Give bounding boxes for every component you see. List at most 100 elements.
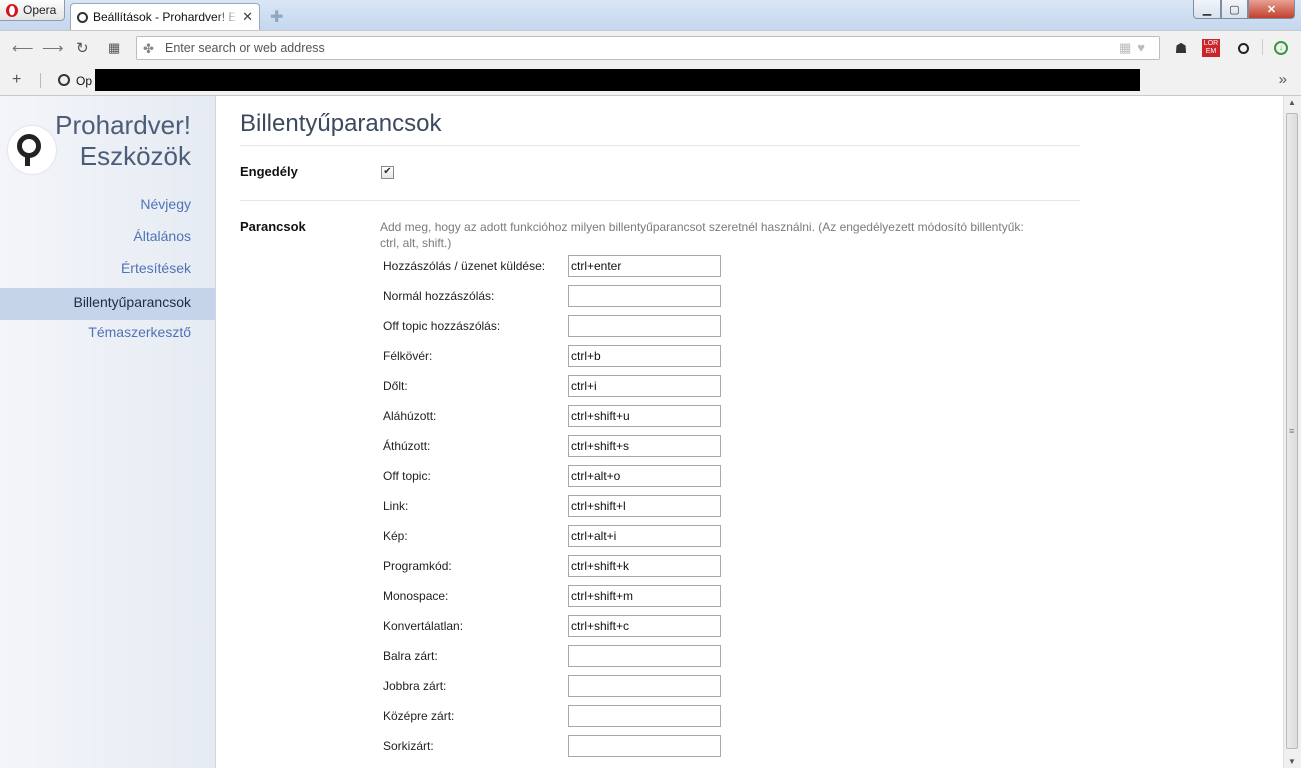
more-bookmarks-chevron-icon[interactable]: » <box>1279 71 1287 88</box>
shortcut-label: Hozzászólás / üzenet küldése: <box>383 259 546 273</box>
shortcut-row: Félkövér: <box>383 345 723 367</box>
shortcut-input[interactable] <box>568 615 721 637</box>
shortcut-row: Konvertálatlan: <box>383 615 723 637</box>
sidebar-item-altalanos[interactable]: Általános <box>0 224 215 256</box>
shortcut-input[interactable] <box>568 285 721 307</box>
close-window-button[interactable]: ✕ <box>1248 0 1295 19</box>
bookmarks-separator <box>40 73 41 88</box>
prohardver-favicon-icon <box>77 11 88 23</box>
bookmark-heart-icon[interactable]: ♥ <box>1137 40 1151 55</box>
shortcut-row: Aláhúzott: <box>383 405 723 427</box>
prohardver-extension-icon[interactable] <box>1234 39 1252 57</box>
scrollbar-thumb[interactable]: ≡ <box>1286 113 1298 749</box>
shortcut-row: Középre zárt: <box>383 705 723 727</box>
speed-dial-grid-icon[interactable]: ▦ <box>108 40 120 56</box>
enable-label: Engedély <box>240 164 298 179</box>
opera-menu-button[interactable]: Opera <box>0 0 65 21</box>
sidebar-item-temaszerkeszto[interactable]: Témaszerkesztő <box>0 320 215 352</box>
reload-icon[interactable]: ↻ <box>76 39 89 57</box>
bookmarks-bar: + Op » <box>0 66 1301 96</box>
shortcut-label: Off topic: <box>383 469 431 483</box>
vertical-scrollbar[interactable]: ▲ ≡ ▼ <box>1283 96 1301 768</box>
close-tab-icon[interactable]: ✕ <box>242 9 253 25</box>
shortcut-row: Balra zárt: <box>383 645 723 667</box>
shortcut-label: Áthúzott: <box>383 439 431 453</box>
shortcut-input[interactable] <box>568 255 721 277</box>
add-bookmark-icon[interactable]: + <box>12 71 21 89</box>
window-controls: ▁ ▢ ✕ <box>1193 0 1295 19</box>
opera-menu-label: Opera <box>23 3 57 17</box>
shortcut-row: Hozzászólás / üzenet küldése: <box>383 255 723 277</box>
back-arrow-icon[interactable]: ⟵ <box>12 39 34 57</box>
sidebar-item-nevjegy[interactable]: Névjegy <box>0 192 215 224</box>
scroll-grip-icon: ≡ <box>1289 426 1295 436</box>
extension-puzzle-icon: ✤ <box>143 41 154 56</box>
shortcut-input[interactable] <box>568 345 721 367</box>
shortcut-row: Kép: <box>383 525 723 547</box>
settings-sidebar: Prohardver! Eszközök Névjegy Általános É… <box>0 96 216 768</box>
brand-line-1: Prohardver! <box>55 110 191 140</box>
download-icon[interactable]: ↓ <box>1272 39 1290 57</box>
new-tab-icon[interactable]: ✚ <box>270 7 283 27</box>
prohardver-logo-icon <box>8 126 56 174</box>
shortcut-label: Középre zárt: <box>383 709 455 723</box>
ghost-extension-icon[interactable]: ☗ <box>1172 39 1190 57</box>
bookmark-favicon-icon <box>58 74 70 86</box>
speed-dial-icon[interactable]: ▦ <box>1119 40 1137 55</box>
lor-em-extension-icon[interactable]: LOR EM <box>1202 39 1220 57</box>
shortcut-label: Normál hozzászólás: <box>383 289 495 303</box>
shortcut-input[interactable] <box>568 465 721 487</box>
shortcut-input[interactable] <box>568 375 721 397</box>
shortcut-input[interactable] <box>568 525 721 547</box>
shortcut-input[interactable] <box>568 315 721 337</box>
shortcut-row: Dőlt: <box>383 375 723 397</box>
tab-title: Beállítások - Prohardver! Eszközök <box>93 10 238 24</box>
shortcut-input[interactable] <box>568 555 721 577</box>
bookmark-item[interactable]: Op <box>76 74 92 88</box>
shortcut-label: Dőlt: <box>383 379 408 393</box>
minimize-button[interactable]: ▁ <box>1193 0 1221 19</box>
brand-line-2: Eszközök <box>79 141 191 171</box>
shortcut-input[interactable] <box>568 705 721 727</box>
sidebar-item-billentyuparancsok[interactable]: Billentyűparancsok <box>0 288 215 320</box>
shortcut-label: Aláhúzott: <box>383 409 437 423</box>
title-bar: Opera Beállítások - Prohardver! Eszközök… <box>0 0 1301 30</box>
redacted-bookmarks <box>95 69 1140 91</box>
forward-arrow-icon[interactable]: ⟶ <box>42 39 64 57</box>
shortcut-input[interactable] <box>568 675 721 697</box>
shortcut-label: Programkód: <box>383 559 452 573</box>
shortcut-row: Jobbra zárt: <box>383 675 723 697</box>
maximize-button[interactable]: ▢ <box>1221 0 1248 19</box>
sidebar-item-ertesitesek[interactable]: Értesítések <box>0 256 215 288</box>
shortcut-row: Off topic hozzászólás: <box>383 315 723 337</box>
tab-settings[interactable]: Beállítások - Prohardver! Eszközök ✕ <box>70 3 260 30</box>
shortcut-row: Áthúzott: <box>383 435 723 457</box>
divider <box>240 200 1080 201</box>
opera-logo-icon <box>6 3 18 17</box>
commands-label: Parancsok <box>240 219 306 234</box>
divider <box>240 145 1080 146</box>
shortcut-input[interactable] <box>568 495 721 517</box>
commands-description: Add meg, hogy az adott funkcióhoz milyen… <box>380 220 1024 250</box>
scroll-down-arrow-icon[interactable]: ▼ <box>1288 757 1296 766</box>
shortcut-input[interactable] <box>568 435 721 457</box>
address-bar: ✤ ▦♥ <box>136 36 1160 60</box>
enable-checkbox[interactable]: ✔ <box>381 166 394 179</box>
shortcut-input[interactable] <box>568 645 721 667</box>
shortcut-row: Normál hozzászólás: <box>383 285 723 307</box>
shortcut-label: Jobbra zárt: <box>383 679 447 693</box>
shortcut-input[interactable] <box>568 405 721 427</box>
shortcut-row: Programkód: <box>383 555 723 577</box>
navigation-toolbar: ⟵ ⟶ ↻ ▦ ✤ ▦♥ ☗ LOR EM ↓ <box>0 30 1301 67</box>
address-bar-actions: ▦♥ <box>1119 40 1151 56</box>
shortcut-input[interactable] <box>568 735 721 757</box>
shortcut-label: Félkövér: <box>383 349 433 363</box>
page-title: Billentyűparancsok <box>240 110 442 137</box>
shortcut-label: Sorkizárt: <box>383 739 434 753</box>
shortcut-label: Off topic hozzászólás: <box>383 319 501 333</box>
shortcut-input[interactable] <box>568 585 721 607</box>
sidebar-nav: Névjegy Általános Értesítések Billentyűp… <box>0 192 215 352</box>
scroll-up-arrow-icon[interactable]: ▲ <box>1288 98 1296 107</box>
address-input[interactable] <box>165 39 1065 57</box>
shortcut-label: Konvertálatlan: <box>383 619 464 633</box>
